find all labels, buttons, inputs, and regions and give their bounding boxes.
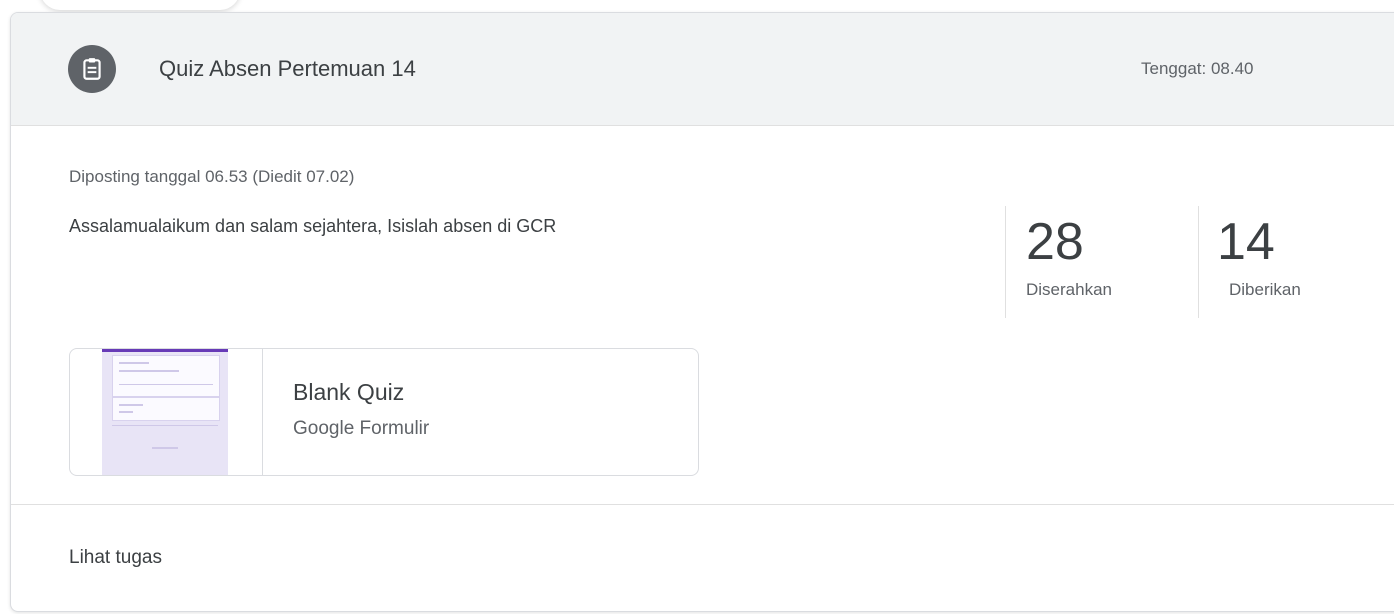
attachment-card[interactable]: Blank Quiz Google Formulir [69, 348, 699, 476]
card-footer: Lihat tugas [11, 505, 1394, 611]
due-date: Tenggat: 08.40 [1141, 59, 1254, 78]
assignment-title[interactable]: Quiz Absen Pertemuan 14 [159, 56, 416, 82]
attachment-title: Blank Quiz [293, 379, 405, 405]
attachment-type: Google Formulir [293, 418, 430, 439]
google-forms-thumbnail [102, 349, 228, 475]
stat-turned-in[interactable]: 28 Diserahkan [1005, 206, 1198, 318]
assigned-label: Diberikan [1229, 280, 1301, 299]
assignment-icon [68, 45, 116, 93]
turned-in-count: 28 [1026, 213, 1084, 271]
stat-assigned[interactable]: 14 Diberikan [1198, 206, 1357, 318]
assignment-card: Quiz Absen Pertemuan 14 Tenggat: 08.40 D… [10, 12, 1394, 612]
assignment-header[interactable]: Quiz Absen Pertemuan 14 Tenggat: 08.40 [11, 13, 1394, 126]
view-assignment-link[interactable]: Lihat tugas [69, 547, 162, 569]
submission-stats: 28 Diserahkan 14 Diberikan [1005, 206, 1357, 318]
assignment-body: Diposting tanggal 06.53 (Diedit 07.02) A… [11, 126, 1394, 505]
assigned-count: 14 [1217, 213, 1275, 271]
turned-in-label: Diserahkan [1026, 280, 1112, 299]
attachment-thumbnail [70, 349, 263, 475]
assignment-description: Assalamualaikum dan salam sejahtera, Isi… [69, 216, 557, 236]
posted-date: Diposting tanggal 06.53 (Diedit 07.02) [69, 167, 355, 186]
top-tab-fragment [40, 0, 240, 10]
